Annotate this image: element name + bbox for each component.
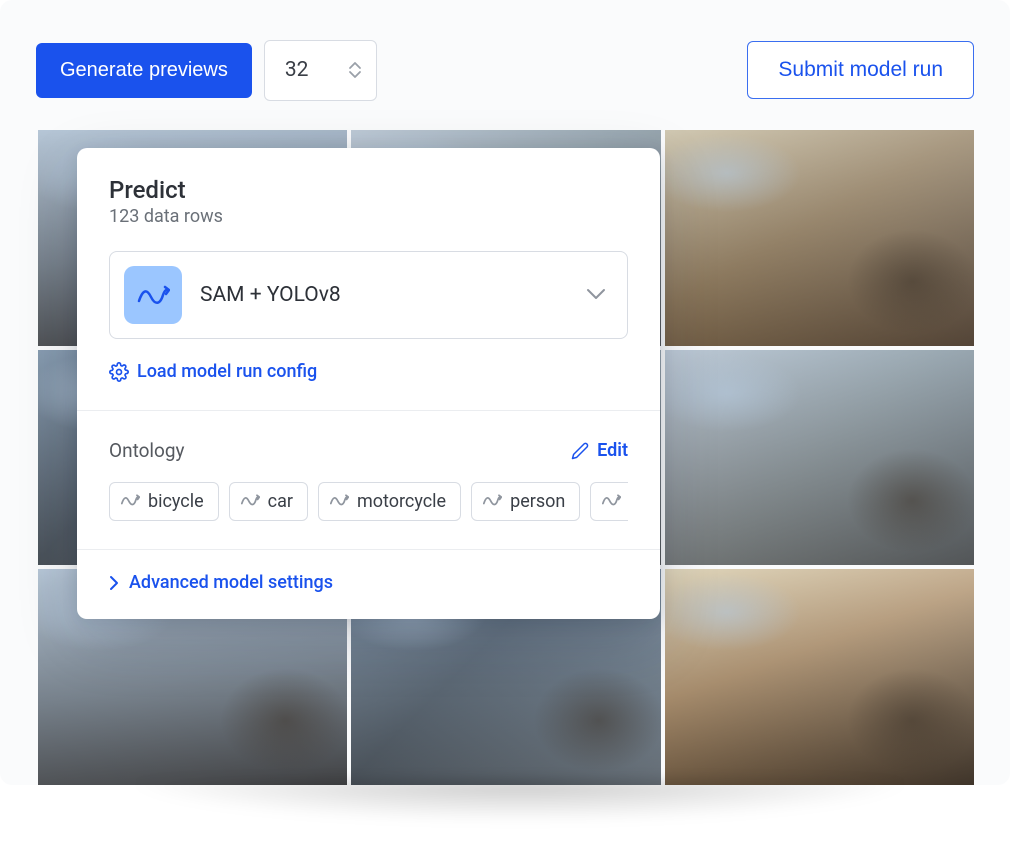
predict-subtitle: 123 data rows bbox=[109, 206, 628, 227]
model-icon bbox=[124, 266, 182, 324]
load-config-label: Load model run config bbox=[137, 361, 317, 382]
squiggle-icon bbox=[601, 491, 621, 512]
squiggle-icon bbox=[120, 491, 140, 512]
ontology-chip[interactable]: car bbox=[229, 482, 308, 521]
chevron-up-icon bbox=[348, 61, 362, 70]
thumbnail[interactable] bbox=[665, 350, 974, 566]
model-selected-label: SAM + YOLOv8 bbox=[200, 283, 567, 307]
chip-label: car bbox=[268, 491, 293, 512]
ontology-section: Ontology Edit bicycle car motorcycle per… bbox=[77, 411, 660, 550]
ontology-edit-link[interactable]: Edit bbox=[571, 440, 628, 461]
toolbar-left: Generate previews 32 bbox=[36, 40, 377, 101]
drop-shadow bbox=[50, 780, 990, 840]
ontology-chip[interactable]: person bbox=[471, 482, 580, 521]
toolbar: Generate previews 32 Submit model run bbox=[0, 0, 1010, 104]
squiggle-icon bbox=[482, 491, 502, 512]
squiggle-icon bbox=[240, 491, 260, 512]
preview-count-stepper[interactable]: 32 bbox=[264, 40, 378, 101]
load-config-link[interactable]: Load model run config bbox=[109, 361, 628, 382]
preview-count-value: 32 bbox=[285, 58, 309, 82]
ontology-chip[interactable]: bicycle bbox=[109, 482, 219, 521]
generate-previews-button[interactable]: Generate previews bbox=[36, 43, 252, 98]
ontology-chip[interactable]: a bbox=[590, 482, 628, 521]
chip-label: bicycle bbox=[148, 491, 204, 512]
pencil-icon bbox=[571, 442, 589, 460]
predict-title: Predict bbox=[109, 176, 628, 204]
model-select-dropdown[interactable]: SAM + YOLOv8 bbox=[109, 251, 628, 339]
ontology-header: Ontology Edit bbox=[109, 439, 628, 462]
thumbnail[interactable] bbox=[665, 130, 974, 346]
chevron-down-icon bbox=[585, 286, 607, 305]
predict-section: Predict 123 data rows SAM + YOLOv8 Load … bbox=[77, 148, 660, 411]
submit-model-run-button[interactable]: Submit model run bbox=[747, 41, 974, 99]
chip-label: person bbox=[510, 491, 565, 512]
ontology-edit-label: Edit bbox=[597, 440, 628, 461]
chip-label: motorcycle bbox=[357, 491, 446, 512]
ontology-title: Ontology bbox=[109, 439, 185, 462]
advanced-settings-toggle[interactable]: Advanced model settings bbox=[77, 550, 660, 619]
squiggle-icon bbox=[329, 491, 349, 512]
stepper-arrows[interactable] bbox=[348, 61, 362, 79]
thumbnail[interactable] bbox=[665, 569, 974, 785]
ontology-chip[interactable]: motorcycle bbox=[318, 482, 461, 521]
chevron-down-icon bbox=[348, 70, 362, 79]
squiggle-icon bbox=[136, 283, 170, 307]
gear-icon bbox=[109, 362, 129, 382]
advanced-settings-label: Advanced model settings bbox=[129, 572, 333, 593]
predict-panel: Predict 123 data rows SAM + YOLOv8 Load … bbox=[77, 148, 660, 619]
ontology-chip-row: bicycle car motorcycle person a bbox=[109, 482, 628, 521]
chevron-right-icon bbox=[109, 575, 119, 591]
